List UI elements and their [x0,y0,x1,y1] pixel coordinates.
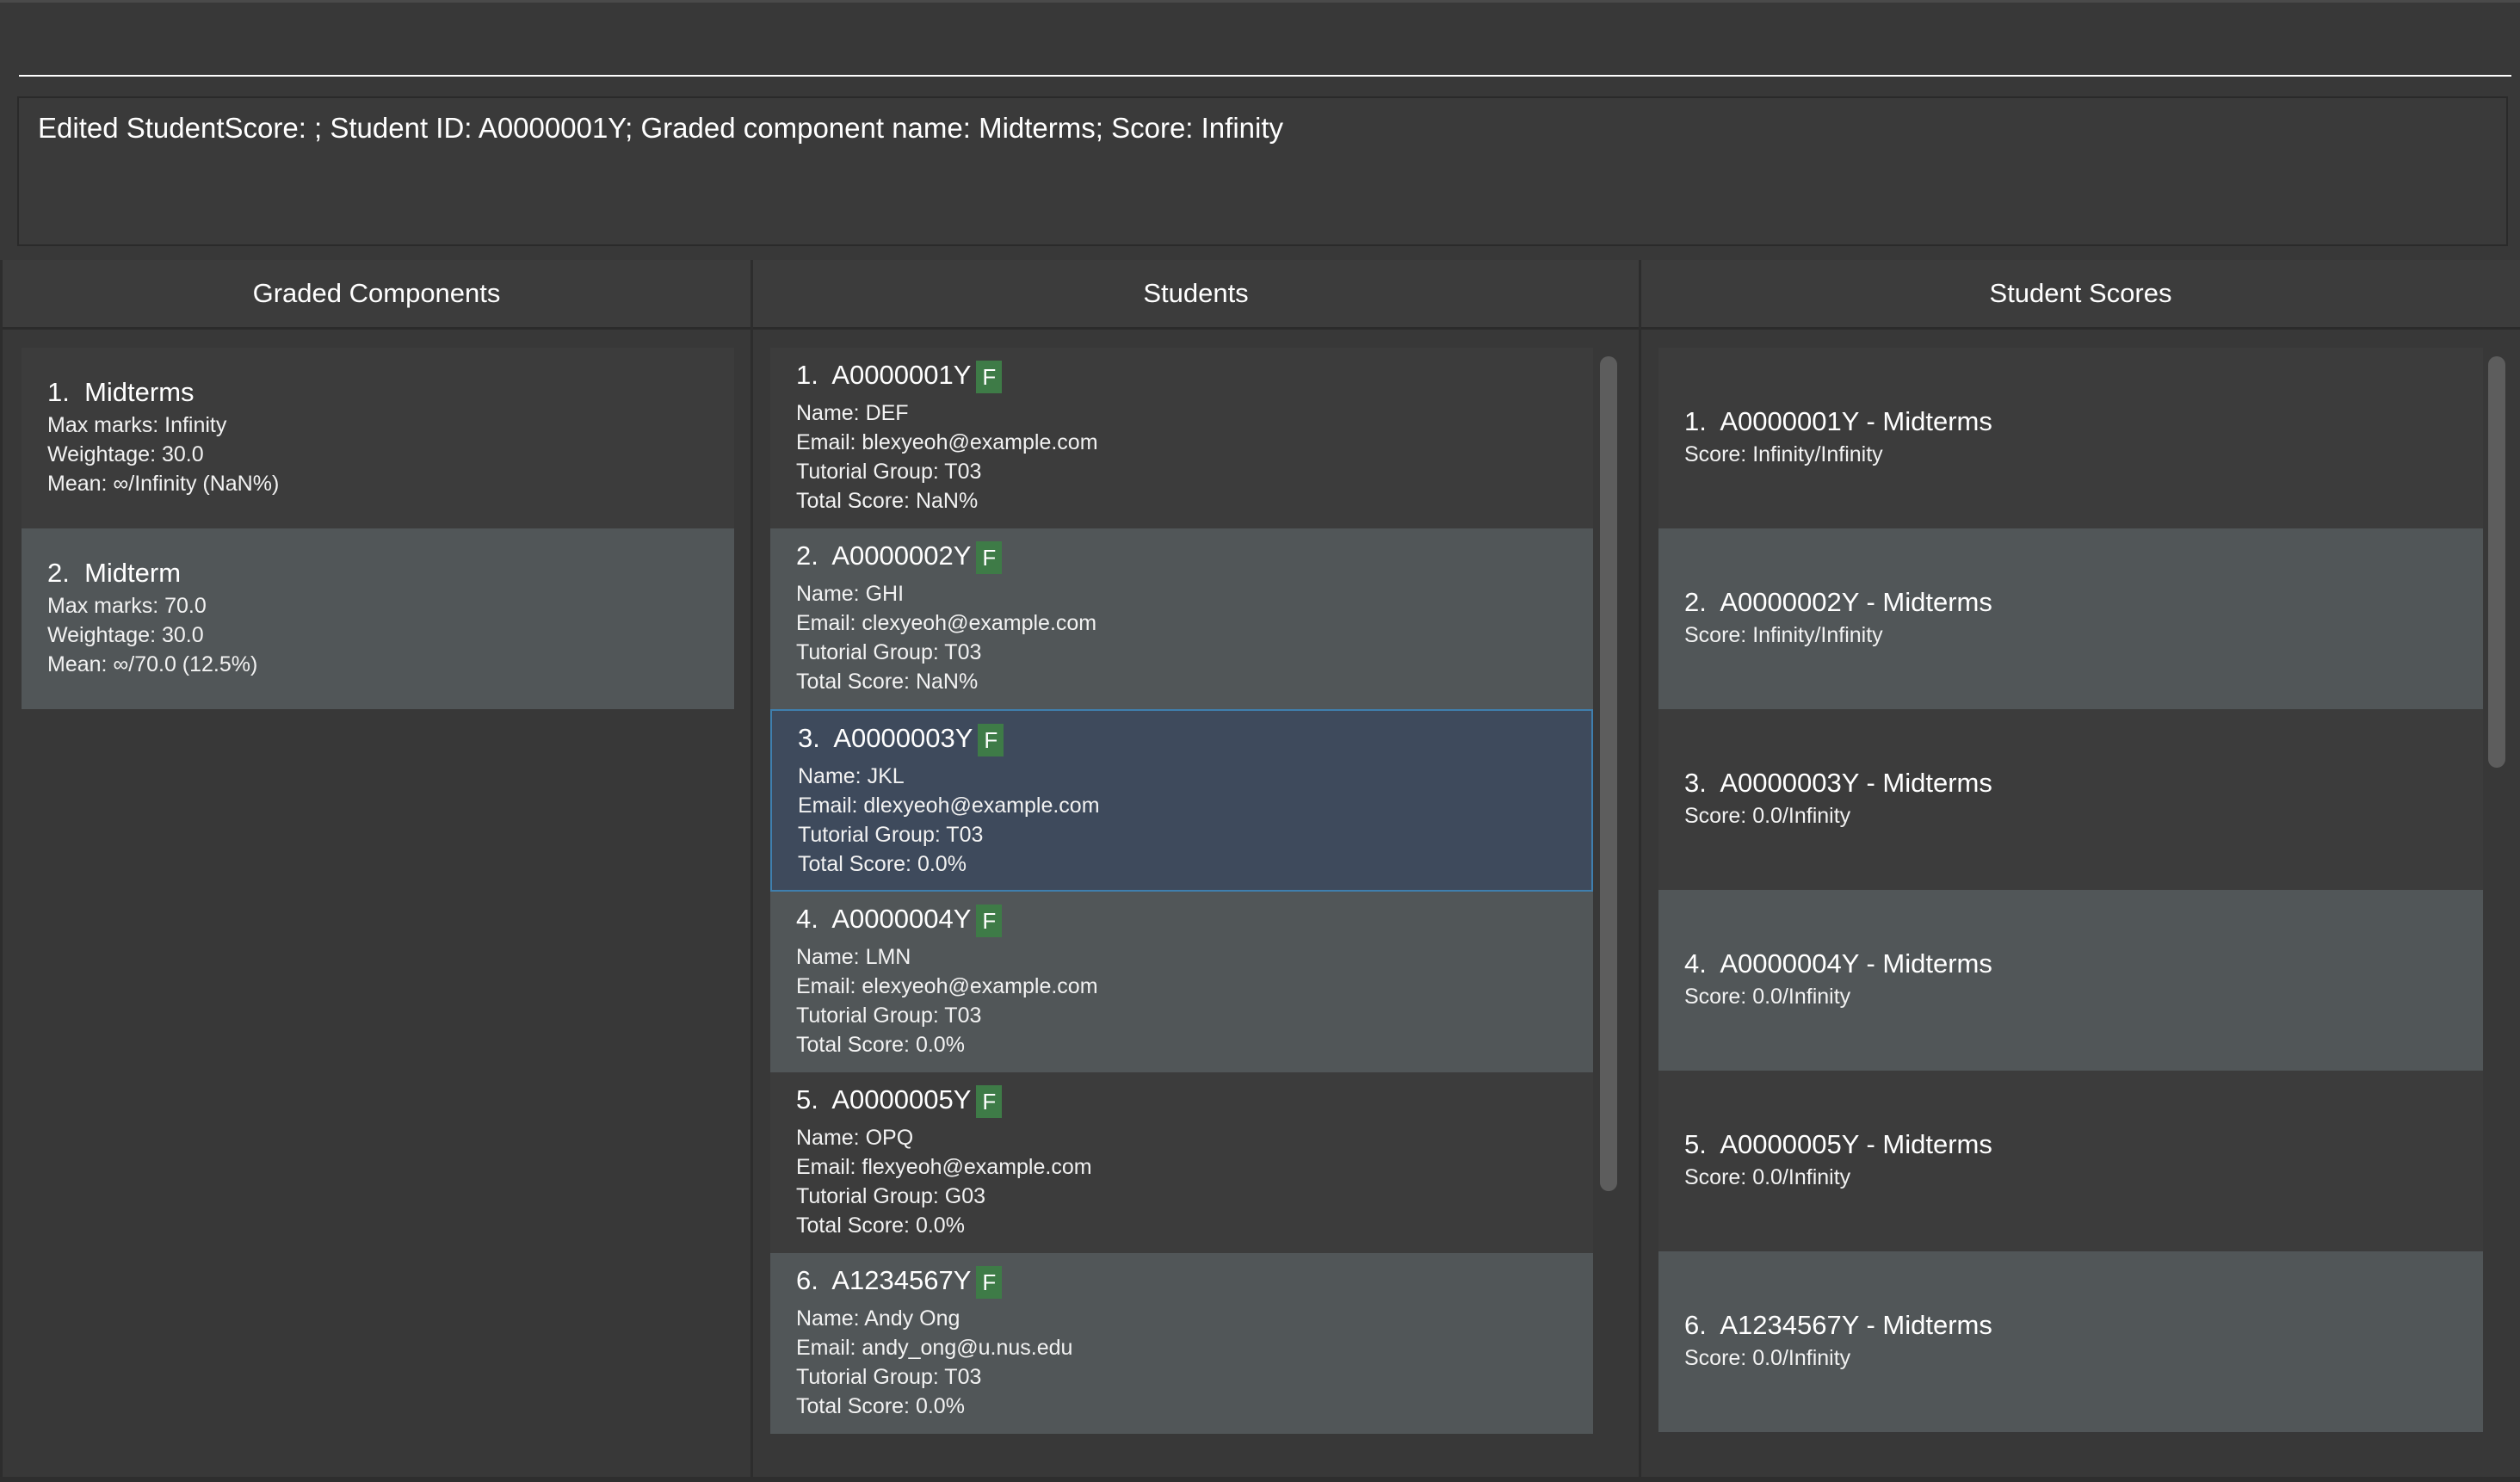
student-tag: F [976,1265,1003,1299]
score-title: 3. A0000003Y - Midterms [1684,768,1992,798]
graded-components-list[interactable]: 1. Midterms Max marks: Infinity Weightag… [22,348,734,1458]
student-total-score: Total Score: 0.0% [796,1033,965,1057]
score-value: Score: 0.0/Infinity [1684,1165,1851,1189]
student-scores-list[interactable]: 1. A0000001Y - Midterms Score: Infinity/… [1658,348,2483,1458]
student-email: Email: flexyeoh@example.com [796,1155,1092,1179]
score-value: Score: 0.0/Infinity [1684,804,1851,828]
score-title: 5. A0000005Y - Midterms [1684,1129,1992,1159]
student-email: Email: andy_ong@u.nus.edu [796,1336,1073,1360]
student-tag: F [976,1084,1003,1118]
result-display: Edited StudentScore: ; Student ID: A0000… [17,96,2508,246]
score-card[interactable]: 5. A0000005Y - Midterms Score: 0.0/Infin… [1658,1071,2483,1251]
component-card[interactable]: 1. Midterms Max marks: Infinity Weightag… [22,348,734,528]
component-mean: Mean: ∞/Infinity (NaN%) [47,472,280,496]
score-card[interactable]: 3. A0000003Y - Midterms Score: 0.0/Infin… [1658,709,2483,890]
student-card[interactable]: 4. A0000004Y F Name: LMN Email: elexyeoh@… [770,892,1593,1072]
students-scrollbar[interactable] [1600,356,1617,1191]
student-title: 3. A0000003Y F [798,723,1004,756]
score-title: 6. A1234567Y - Midterms [1684,1310,1992,1340]
score-card[interactable]: 1. A0000001Y - Midterms Score: Infinity/… [1658,348,2483,528]
student-title: 6. A1234567Y F [796,1265,1003,1299]
score-card[interactable]: 6. A1234567Y - Midterms Score: 0.0/Infin… [1658,1251,2483,1432]
result-message: Edited StudentScore: ; Student ID: A0000… [38,112,1284,144]
student-card-selected[interactable]: 3. A0000003Y F Name: JKL Email: dlexyeoh@… [770,709,1593,892]
component-mean: Mean: ∞/70.0 (12.5%) [47,652,258,676]
score-value: Score: Infinity/Infinity [1684,623,1883,647]
student-name: Name: Andy Ong [796,1306,960,1331]
student-total-score: Total Score: NaN% [796,670,979,694]
component-weightage: Weightage: 30.0 [47,442,204,466]
student-title: 4. A0000004Y F [796,904,1003,937]
component-weightage: Weightage: 30.0 [47,623,204,647]
student-tutorial-group: Tutorial Group: T03 [796,640,982,664]
student-total-score: Total Score: 0.0% [796,1213,965,1238]
student-title: 2. A0000002Y F [796,540,1003,574]
student-title: 5. A0000005Y F [796,1084,1003,1118]
student-scores-panel: Student Scores 1. A0000001Y - Midterms S… [1639,260,2520,1482]
student-name: Name: JKL [798,764,905,788]
student-title: 1. A0000001Y F [796,360,1003,393]
score-title: 1. A0000001Y - Midterms [1684,406,1992,436]
student-email: Email: blexyeoh@example.com [796,430,1098,454]
student-card[interactable]: 2. A0000002Y F Name: GHI Email: clexyeoh@… [770,528,1593,709]
student-email: Email: clexyeoh@example.com [796,611,1097,635]
students-header: Students [753,260,1639,330]
student-email: Email: elexyeoh@example.com [796,974,1098,998]
scores-scrollbar[interactable] [2488,356,2505,768]
score-value: Score: Infinity/Infinity [1684,442,1883,466]
student-total-score: Total Score: NaN% [796,489,979,513]
graded-components-panel: Graded Components 1. Midterms Max marks:… [0,260,750,1482]
score-title: 4. A0000004Y - Midterms [1684,948,1992,979]
student-card[interactable]: 5. A0000005Y F Name: OPQ Email: flexyeoh@… [770,1072,1593,1253]
component-max-marks: Max marks: 70.0 [47,594,207,618]
graded-components-header: Graded Components [3,260,750,330]
student-card[interactable]: 6. A1234567Y F Name: Andy Ong Email: andy… [770,1253,1593,1434]
component-card[interactable]: 2. Midterm Max marks: 70.0 Weightage: 30… [22,528,734,709]
student-tutorial-group: Tutorial Group: T03 [796,1003,982,1028]
component-max-marks: Max marks: Infinity [47,413,227,437]
student-tag: F [976,360,1003,393]
student-total-score: Total Score: 0.0% [796,1394,965,1418]
student-tag: F [978,723,1004,756]
command-input[interactable] [19,13,2511,77]
student-tag: F [976,904,1003,937]
student-name: Name: GHI [796,582,905,606]
students-list[interactable]: 1. A0000001Y F Name: DEF Email: blexyeoh@… [770,348,1593,1458]
command-box [0,0,2520,89]
score-card[interactable]: 4. A0000004Y - Midterms Score: 0.0/Infin… [1658,890,2483,1071]
student-tutorial-group: Tutorial Group: T03 [798,823,984,847]
status-bar [0,1477,2520,1482]
student-tag: F [976,540,1003,574]
students-panel: Students 1. A0000001Y F Name: DEF Email: … [750,260,1639,1482]
student-scores-header: Student Scores [1641,260,2520,330]
student-total-score: Total Score: 0.0% [798,852,967,876]
component-title: 2. Midterm [47,558,182,588]
component-title: 1. Midterms [47,377,195,407]
student-tutorial-group: Tutorial Group: T03 [796,1365,982,1389]
student-tutorial-group: Tutorial Group: G03 [796,1184,986,1208]
student-name: Name: LMN [796,945,911,969]
student-card[interactable]: 1. A0000001Y F Name: DEF Email: blexyeoh@… [770,348,1593,528]
student-email: Email: dlexyeoh@example.com [798,793,1100,818]
score-card[interactable]: 2. A0000002Y - Midterms Score: Infinity/… [1658,528,2483,709]
student-name: Name: DEF [796,401,909,425]
score-value: Score: 0.0/Infinity [1684,1346,1851,1370]
score-value: Score: 0.0/Infinity [1684,985,1851,1009]
student-tutorial-group: Tutorial Group: T03 [796,460,982,484]
score-title: 2. A0000002Y - Midterms [1684,587,1992,617]
student-name: Name: OPQ [796,1126,914,1150]
